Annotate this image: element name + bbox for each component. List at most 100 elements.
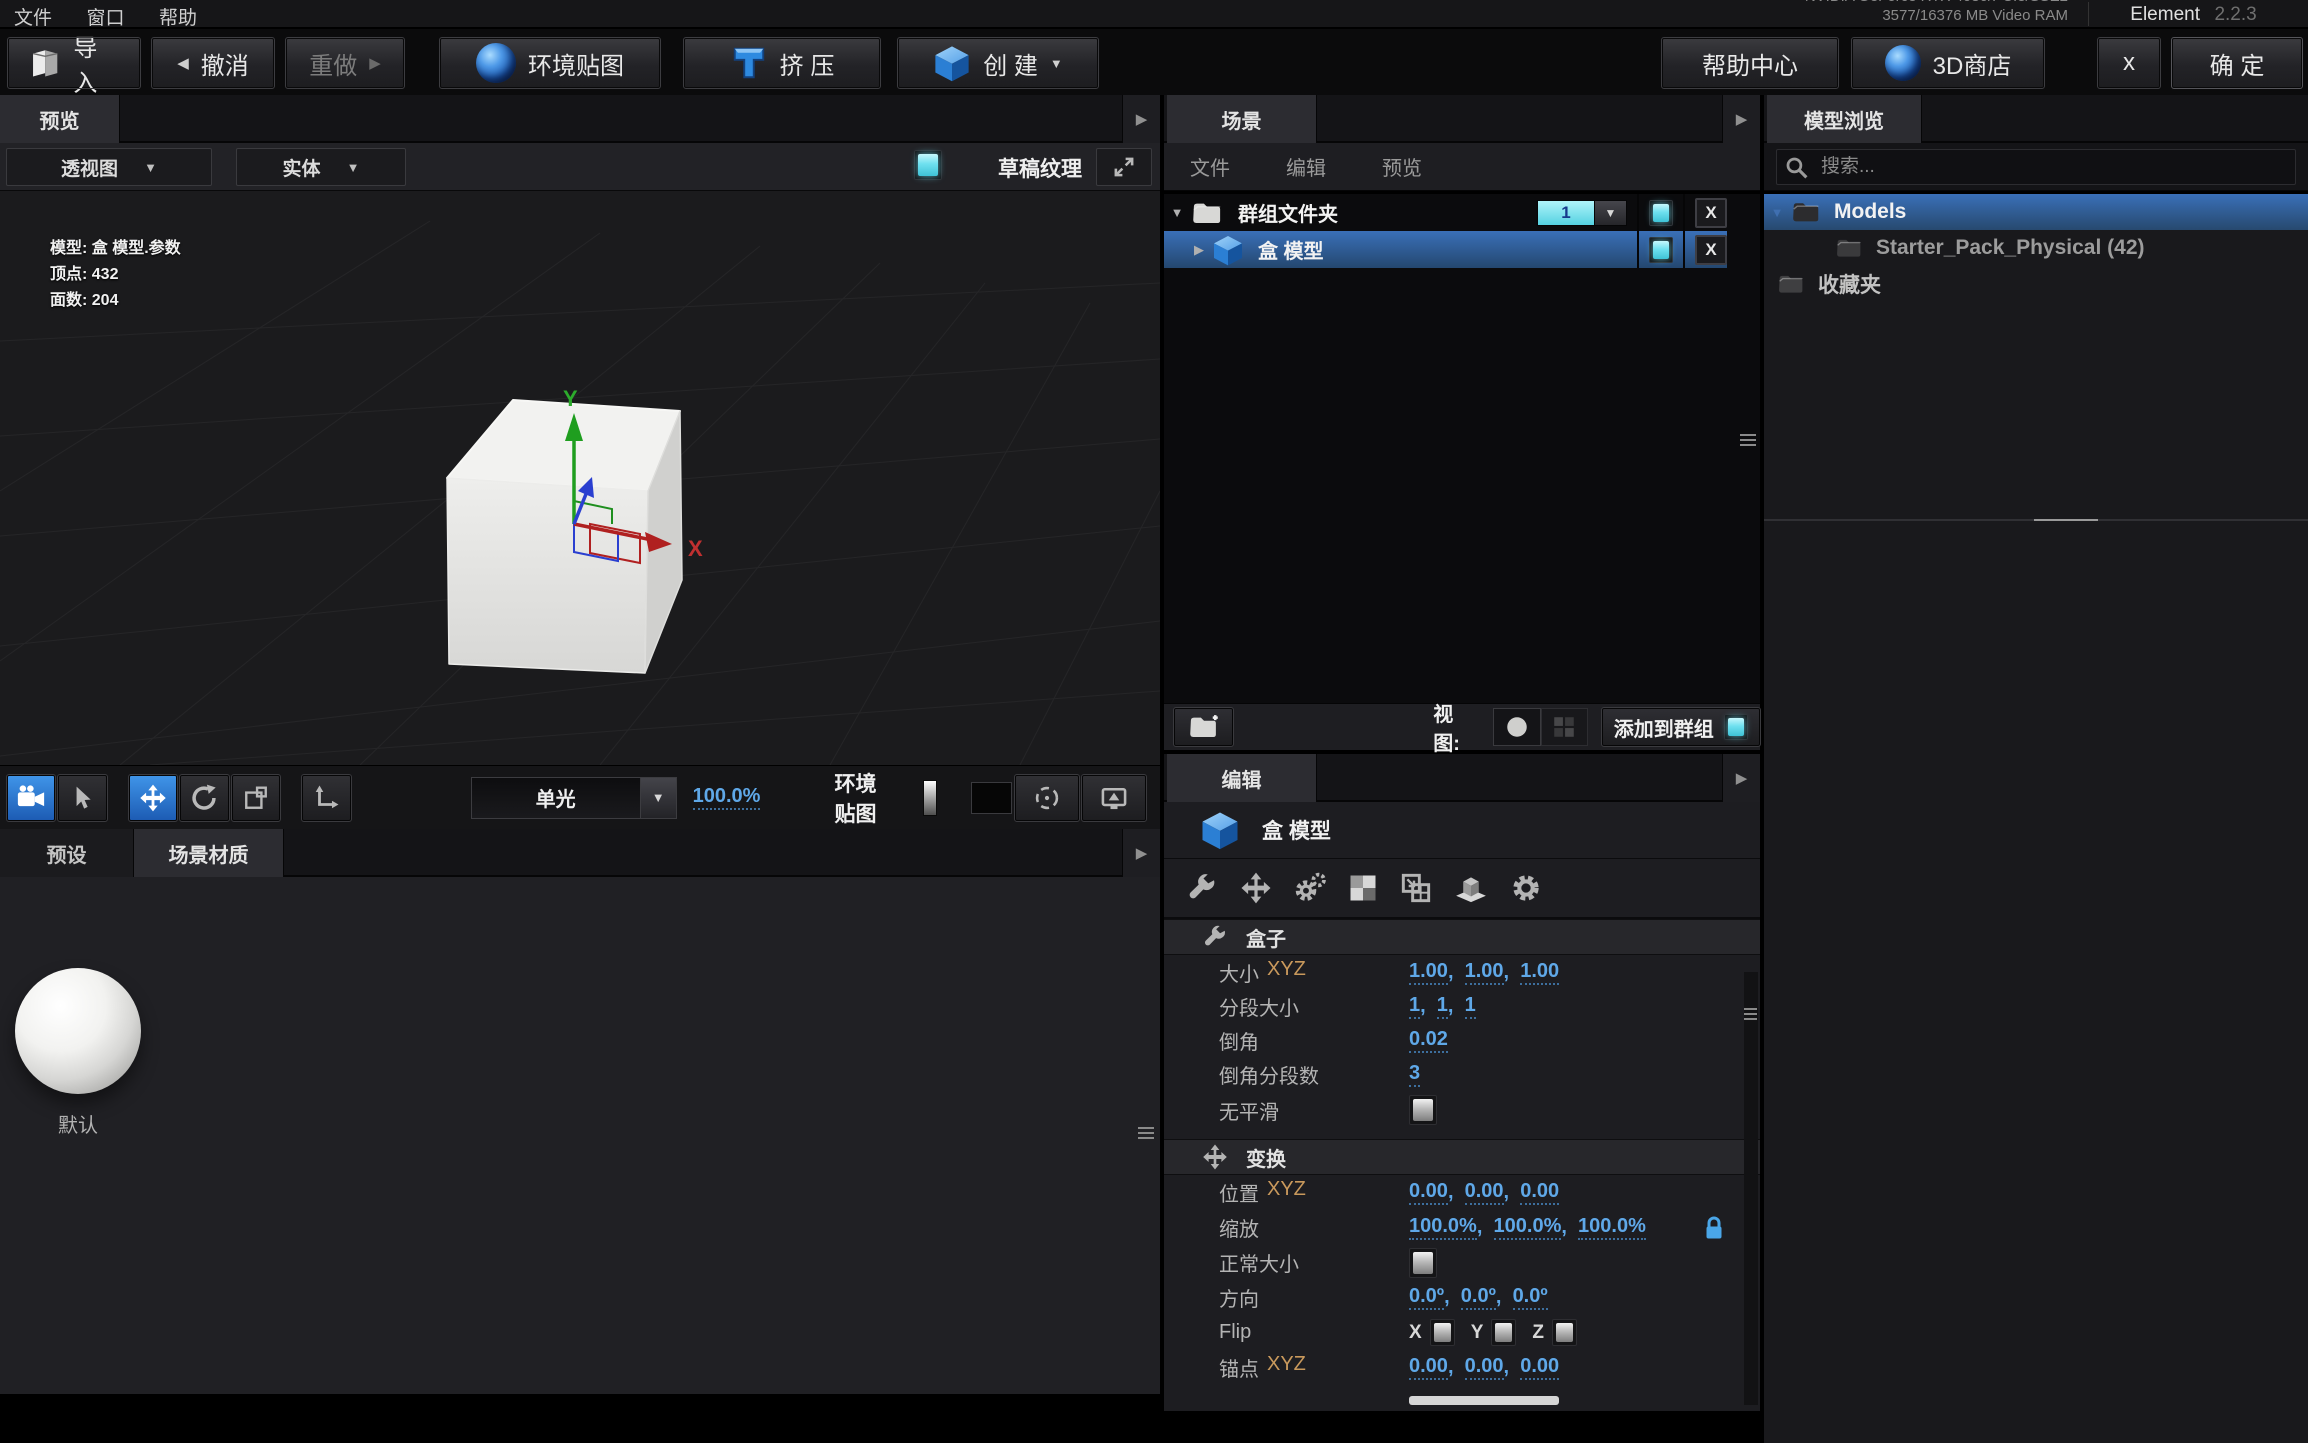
tab-preview[interactable]: 预览 (0, 95, 120, 143)
add-to-group-checkbox[interactable] (1724, 714, 1748, 740)
tab-scene-materials[interactable]: 场景材质 (134, 829, 284, 877)
menu-help[interactable]: 帮助 (159, 3, 197, 28)
add-folder-button[interactable] (1174, 708, 1233, 746)
pack-folder-row[interactable]: Starter_Pack_Physical (42) (1764, 230, 2308, 266)
viewport-zoom-value[interactable]: 100.0% (693, 785, 761, 810)
scene-menu-edit[interactable]: 编辑 (1286, 152, 1326, 181)
scene-menu-preview[interactable]: 预览 (1382, 152, 1422, 181)
menu-window[interactable]: 窗口 (86, 3, 124, 28)
axis-mode-button[interactable] (302, 775, 350, 821)
material-panel-expand-arrow[interactable]: ▶ (1122, 829, 1160, 877)
store-button[interactable]: 3D商店 (1852, 38, 2044, 88)
orientation-z-value[interactable]: 0.0º (1513, 1285, 1548, 1310)
view-mode-dropdown[interactable]: 透视图 ▼ (6, 148, 212, 186)
partial-slider[interactable] (1409, 1396, 1559, 1405)
import-button[interactable]: 导入 (8, 38, 140, 88)
menu-file[interactable]: 文件 (14, 3, 52, 28)
bevel-segments-value[interactable]: 3 (1409, 1062, 1420, 1087)
preview-panel-expand-arrow[interactable]: ▶ (1122, 95, 1160, 143)
create-button[interactable]: 创 建 ▼ (898, 38, 1098, 88)
ok-button[interactable]: 确 定 (2172, 38, 2302, 88)
caret-right-icon[interactable]: ▶ (1186, 242, 1212, 258)
select-tool-button[interactable] (58, 775, 106, 821)
tab-model-browser[interactable]: 模型浏览 (1767, 95, 1922, 143)
material-preview-sphere[interactable] (15, 968, 141, 1094)
edit-panel-expand-arrow[interactable]: ▶ (1722, 754, 1760, 802)
gear-settings-icon[interactable] (1510, 872, 1542, 904)
scale-tool-button[interactable] (232, 775, 280, 821)
bevel-extrude-icon[interactable] (1454, 871, 1488, 905)
box-section-header[interactable]: 盒子 (1164, 919, 1760, 955)
anchor-x-value[interactable]: 0.00 (1409, 1355, 1448, 1380)
material-checker-icon[interactable] (1348, 873, 1378, 903)
duplicate-grid-icon[interactable] (1400, 872, 1432, 904)
favorites-folder-row[interactable]: 收藏夹 (1764, 266, 2308, 302)
models-folder-row[interactable]: ▼ Models (1764, 194, 2308, 230)
segments-x-value[interactable]: 1 (1409, 994, 1420, 1019)
caret-down-icon[interactable]: ▼ (1764, 205, 1790, 220)
no-smooth-checkbox[interactable] (1409, 1095, 1437, 1125)
model-visibility-checkbox[interactable] (1649, 237, 1673, 263)
size-y-value[interactable]: 1.00 (1465, 960, 1504, 985)
scale-y-value[interactable]: 100.0% (1494, 1215, 1562, 1240)
undo-button[interactable]: ◀ 撤消 (152, 38, 274, 88)
scale-z-value[interactable]: 100.0% (1578, 1215, 1646, 1240)
settings-gears-icon[interactable] (1294, 872, 1326, 904)
orientation-x-value[interactable]: 0.0º (1409, 1285, 1444, 1310)
orientation-y-value[interactable]: 0.0º (1461, 1285, 1496, 1310)
scene-menu-file[interactable]: 文件 (1190, 152, 1230, 181)
position-x-value[interactable]: 0.00 (1409, 1180, 1448, 1205)
background-color-swatch[interactable] (971, 782, 1012, 814)
flip-z-checkbox[interactable] (1552, 1319, 1577, 1346)
bevel-value[interactable]: 0.02 (1409, 1028, 1448, 1053)
env-map-swatch[interactable] (923, 780, 937, 816)
flip-x-checkbox[interactable] (1430, 1319, 1455, 1346)
normal-size-checkbox[interactable] (1409, 1248, 1437, 1278)
scale-x-value[interactable]: 100.0% (1409, 1215, 1477, 1240)
rotate-tool-button[interactable] (180, 775, 228, 821)
segments-z-value[interactable]: 1 (1465, 994, 1476, 1019)
lock-icon[interactable] (1702, 1215, 1726, 1241)
flip-y-checkbox[interactable] (1491, 1319, 1516, 1346)
focus-target-button[interactable] (1015, 775, 1079, 821)
shading-mode-dropdown[interactable]: 实体 ▼ (236, 148, 406, 186)
add-to-group-button[interactable]: 添加到群组 (1602, 708, 1760, 746)
caret-down-icon[interactable]: ▼ (1164, 205, 1190, 220)
panel-resize-grip[interactable] (1740, 434, 1756, 448)
environment-map-button[interactable]: 环境贴图 (440, 38, 660, 88)
extrude-button[interactable]: 挤 压 (684, 38, 880, 88)
tab-scene[interactable]: 场景 (1167, 95, 1317, 143)
group-folder-row[interactable]: ▼ 群组文件夹 1 ▼ X (1164, 194, 1727, 231)
box-model-row[interactable]: ▶ 盒 模型 X (1164, 231, 1727, 268)
view-sphere-button[interactable] (1493, 708, 1540, 746)
anchor-z-value[interactable]: 0.00 (1520, 1355, 1559, 1380)
group-delete-button[interactable]: X (1695, 198, 1727, 228)
tab-edit[interactable]: 编辑 (1167, 754, 1317, 802)
transform-section-header[interactable]: 变换 (1164, 1139, 1760, 1175)
model-delete-button[interactable]: X (1695, 235, 1727, 265)
segments-y-value[interactable]: 1 (1437, 994, 1448, 1019)
move-tool-button[interactable] (129, 775, 177, 821)
scene-panel-expand-arrow[interactable]: ▶ (1722, 95, 1760, 143)
draft-texture-checkbox[interactable] (914, 150, 942, 180)
position-z-value[interactable]: 0.00 (1520, 1180, 1559, 1205)
size-z-value[interactable]: 1.00 (1520, 960, 1559, 985)
3d-viewport[interactable]: Y X 模型: 盒 模型.参数 顶点: 432 面数: 204 (0, 191, 1160, 765)
size-x-value[interactable]: 1.00 (1409, 960, 1448, 985)
help-center-button[interactable]: 帮助中心 (1662, 38, 1838, 88)
redo-button[interactable]: 重做 ▶ (286, 38, 404, 88)
group-count-dropdown[interactable]: 1 ▼ (1537, 200, 1627, 226)
viewport-expand-button[interactable] (1096, 148, 1152, 186)
group-visibility-checkbox[interactable] (1649, 200, 1673, 226)
cancel-button[interactable]: x (2098, 38, 2160, 88)
anchor-y-value[interactable]: 0.00 (1465, 1355, 1504, 1380)
transform-tool-icon[interactable] (1240, 872, 1272, 904)
light-mode-dropdown[interactable]: 单光 ▼ (471, 777, 677, 819)
divider-drag-handle[interactable] (2034, 519, 2098, 521)
edit-scrollbar[interactable] (1744, 972, 1758, 1405)
camera-tool-button[interactable] (7, 775, 55, 821)
scrollbar-handle[interactable] (1744, 1008, 1757, 1022)
wrench-tool-icon[interactable] (1186, 872, 1218, 904)
view-cubes-button[interactable] (1541, 708, 1588, 746)
position-y-value[interactable]: 0.00 (1465, 1180, 1504, 1205)
